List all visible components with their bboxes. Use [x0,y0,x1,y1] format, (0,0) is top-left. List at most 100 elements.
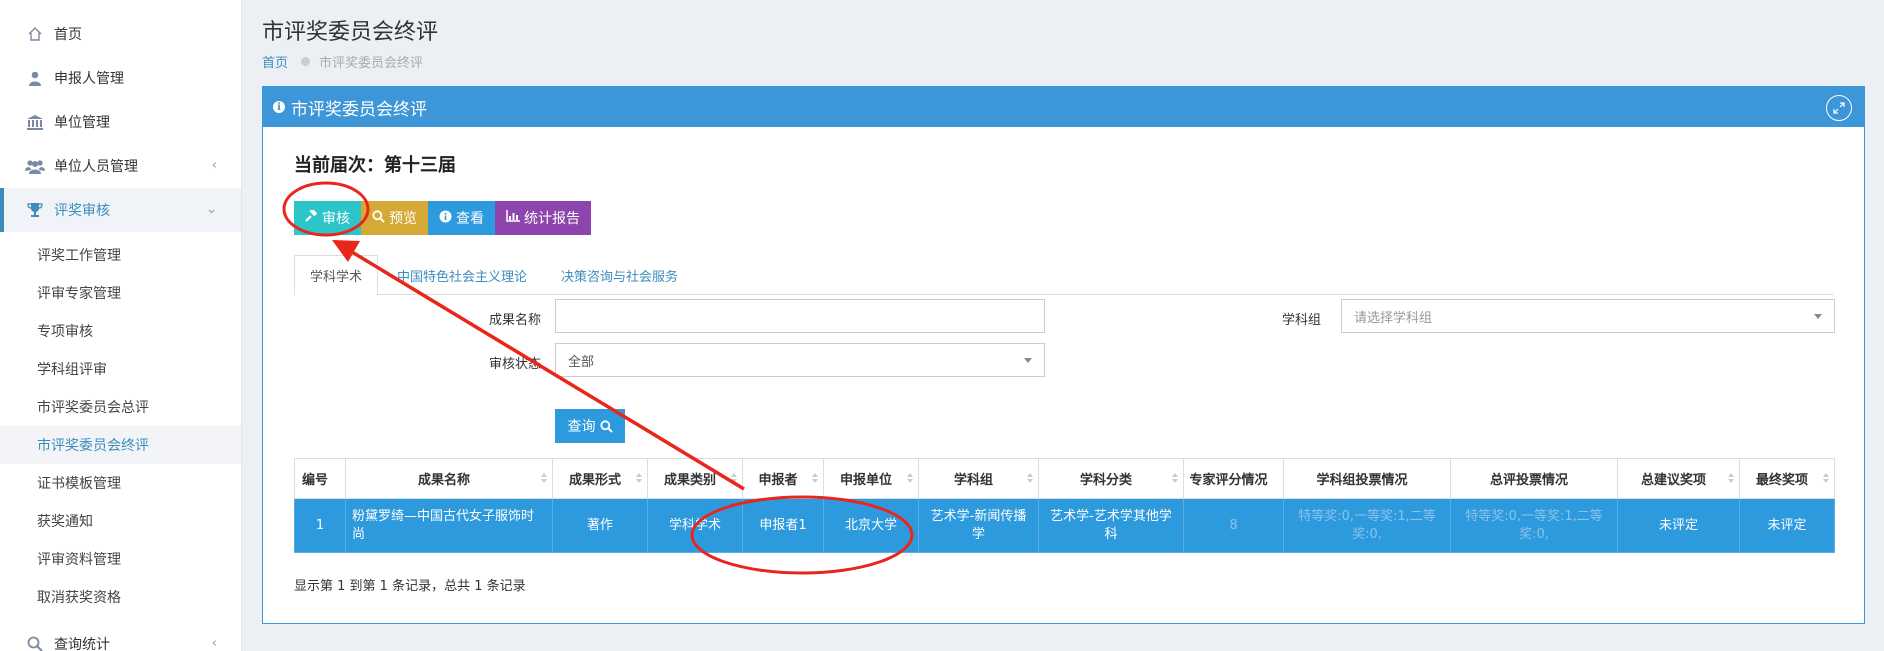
sidebar-item-applicant[interactable]: 申报人管理 [0,56,241,100]
sidebar-subitem-award-work[interactable]: 评奖工作管理 [0,236,241,274]
preview-button[interactable]: 预览 [361,201,428,235]
sidebar-item-label: 单位人员管理 [54,159,138,175]
sort-icon [1172,473,1178,483]
sidebar-item-review[interactable]: 评奖审核 ⌄ [0,188,241,232]
info-circle-icon [439,210,452,227]
column-header[interactable]: 专家评分情况 [1183,458,1284,499]
tab-decision-consulting[interactable]: 决策咨询与社会服务 [546,255,693,295]
status-select-value: 全部 [568,354,595,370]
caret-down-icon [1814,314,1822,319]
sidebar-subitem-experts[interactable]: 评审专家管理 [0,274,241,312]
bank-icon [24,114,46,130]
sidebar-item-unit[interactable]: 单位管理 [0,100,241,144]
sort-icon [541,473,547,483]
user-icon [24,71,46,86]
action-toolbar: 审核 预览 查看 统计报告 [294,201,591,235]
column-header-label: 学科分类 [1079,473,1132,488]
sidebar-item-home[interactable]: 首页 [0,12,241,56]
chevron-left-icon: ‹ [211,636,217,651]
sidebar-item-label: 申报人管理 [54,71,124,87]
users-icon [24,159,46,174]
column-header[interactable]: 成果形式 [552,458,648,499]
sidebar-subitem-special-review[interactable]: 专项审核 [0,312,241,350]
column-header-label: 成果类别 [663,473,716,488]
status-select[interactable]: 全部 [555,343,1045,377]
column-header-label: 最终奖项 [1755,473,1808,488]
table-cell: 北京大学 [823,498,919,553]
tab-academic[interactable]: 学科学术 [294,255,379,296]
trophy-icon [24,202,46,218]
breadcrumb-separator-icon [301,57,311,66]
column-header[interactable]: 申报者 [742,458,824,499]
sidebar-subitem-committee-general[interactable]: 市评奖委员会总评 [0,388,241,426]
search-icon [599,419,613,433]
report-button-label: 统计报告 [524,211,580,227]
column-header[interactable]: 成果类别 [647,458,743,499]
name-filter-label: 成果名称 [488,313,541,328]
audit-button[interactable]: 审核 [294,201,361,235]
column-header-label: 申报者 [758,473,798,488]
column-header-label: 编号 [301,473,328,488]
sort-icon [812,473,818,483]
breadcrumb-current: 市评奖委员会终评 [319,56,424,71]
group-select-placeholder: 请选择学科组 [1354,310,1433,326]
sidebar-submenu: 评奖工作管理 评审专家管理 专项审核 学科组评审 市评奖委员会总评 市评奖委员会… [0,232,241,616]
sidebar-item-query[interactable]: 查询统计 ‹ [0,622,241,651]
expand-button[interactable] [1826,95,1852,121]
column-header[interactable]: 总评投票情况 [1450,458,1618,499]
table-cell: 著作 [552,498,648,553]
column-header[interactable]: 编号 [294,458,346,499]
session-label: 当前届次：第十三届 [294,155,456,176]
report-button[interactable]: 统计报告 [495,201,591,235]
column-header[interactable]: 学科组 [918,458,1039,499]
status-filter-label: 审核状态 [488,357,541,372]
sidebar-subitem-committee-final[interactable]: 市评奖委员会终评 [0,426,241,464]
column-header[interactable]: 学科组投票情况 [1283,458,1451,499]
name-filter-input[interactable] [555,299,1045,333]
column-header-label: 申报单位 [839,473,892,488]
column-header[interactable]: 申报单位 [823,458,919,499]
column-header-label: 学科组 [953,473,993,488]
column-header-label: 学科组投票情况 [1316,473,1408,488]
panel-title: 市评奖委员会终评 [291,99,427,120]
column-header[interactable]: 成果名称 [345,458,553,499]
column-header-label: 总建议奖项 [1640,473,1706,488]
preview-button-label: 预览 [389,211,417,227]
breadcrumb-home-link[interactable]: 首页 [262,52,288,71]
view-button[interactable]: 查看 [428,201,495,235]
sidebar-subitem-materials[interactable]: 评审资料管理 [0,540,241,578]
sidebar-subitem-certificate[interactable]: 证书模板管理 [0,464,241,502]
view-button-label: 查看 [456,211,484,227]
sidebar-subitem-group-review[interactable]: 学科组评审 [0,350,241,388]
table-cell: 8 [1183,498,1284,553]
table-cell: 特等奖:0,一等奖:1,二等奖:0, [1450,498,1618,553]
main-panel: i 市评奖委员会终评 当前届次：第十三届 审核 预览 查看 统计报告 学科学术 … [262,86,1865,624]
sidebar-subitem-notice[interactable]: 获奖通知 [0,502,241,540]
audit-button-label: 审核 [322,211,350,227]
sort-icon [907,473,913,483]
column-header[interactable]: 学科分类 [1038,458,1184,499]
table-row[interactable]: 1 粉黛罗绮—中国古代女子服饰时尚 著作 学科学术 申报者1 北京大学 艺术学-… [294,498,1835,553]
sort-icon [1027,473,1033,483]
table-cell: 未评定 [1617,498,1740,553]
table-cell: 特等奖:0,一等奖:1,二等奖:0, [1283,498,1451,553]
column-header[interactable]: 总建议奖项 [1617,458,1740,499]
chevron-down-icon: ⌄ [206,202,217,217]
column-header-label: 成果形式 [568,473,621,488]
sort-icon [731,473,737,483]
group-select[interactable]: 请选择学科组 [1341,299,1835,333]
column-header-label: 总评投票情况 [1489,473,1568,488]
column-header[interactable]: 最终奖项 [1739,458,1835,499]
sidebar-item-label: 查询统计 [54,637,110,651]
sidebar-item-unit-staff[interactable]: 单位人员管理 ‹ [0,144,241,188]
table-header-row: 编号 成果名称 成果形式 成果类别 申报者 申报单位 学科组 学科分类 专家评分… [294,458,1835,499]
search-button[interactable]: 查询 [555,409,625,443]
tab-socialism-theory[interactable]: 中国特色社会主义理论 [382,255,542,295]
bar-chart-icon [506,210,520,226]
page-title: 市评奖委员会终评 [262,20,439,45]
panel-header: i 市评奖委员会终评 [263,87,1864,127]
table-cell: 未评定 [1739,498,1835,553]
table-cell: 粉黛罗绮—中国古代女子服饰时尚 [345,498,553,553]
table-cell: 艺术学-艺术学其他学科 [1038,498,1184,553]
sidebar-subitem-cancel[interactable]: 取消获奖资格 [0,578,241,616]
